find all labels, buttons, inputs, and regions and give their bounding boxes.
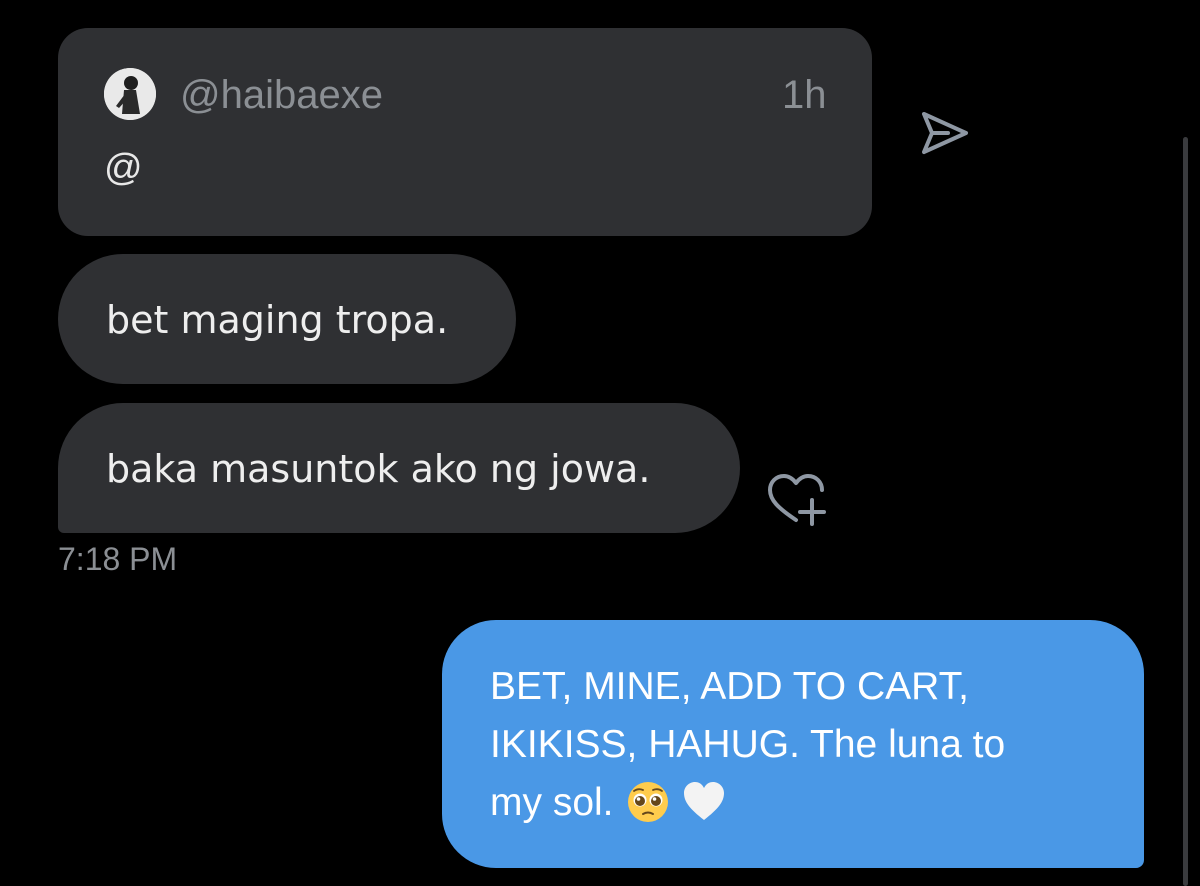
add-reaction-icon[interactable] [766, 472, 828, 528]
pleading-face-emoji [626, 780, 670, 824]
received-message-bubble[interactable]: baka masuntok ako ng jowa. [58, 403, 740, 533]
message-text: baka masuntok ako ng jowa. [106, 447, 651, 491]
received-message-bubble[interactable]: bet maging tropa. [58, 254, 516, 384]
scrollbar[interactable] [1183, 137, 1188, 886]
sent-message-line-text: my sol. [490, 781, 614, 824]
quoted-text: @ [104, 147, 143, 189]
sent-message-line: IKIKISS, HAHUG. The luna to [490, 723, 1006, 766]
quoted-time: 1h [782, 73, 827, 117]
sent-message-bubble[interactable]: BET, MINE, ADD TO CART, IKIKISS, HAHUG. … [442, 620, 1144, 868]
dm-conversation: @haibaexe 1h @ bet maging tropa. baka ma… [0, 0, 1200, 886]
quoted-reply-card[interactable]: @haibaexe 1h @ [58, 28, 872, 236]
avatar[interactable] [104, 68, 156, 120]
sent-message-line: BET, MINE, ADD TO CART, [490, 665, 969, 708]
message-text: bet maging tropa. [106, 298, 449, 342]
send-icon[interactable] [918, 108, 972, 158]
message-timestamp: 7:18 PM [58, 541, 178, 577]
quoted-user-handle[interactable]: @haibaexe [180, 72, 383, 118]
sent-message-line-last: my sol. [490, 774, 1130, 832]
white-heart-emoji [682, 780, 726, 824]
sent-message-text: BET, MINE, ADD TO CART, IKIKISS, HAHUG. … [490, 658, 1130, 832]
